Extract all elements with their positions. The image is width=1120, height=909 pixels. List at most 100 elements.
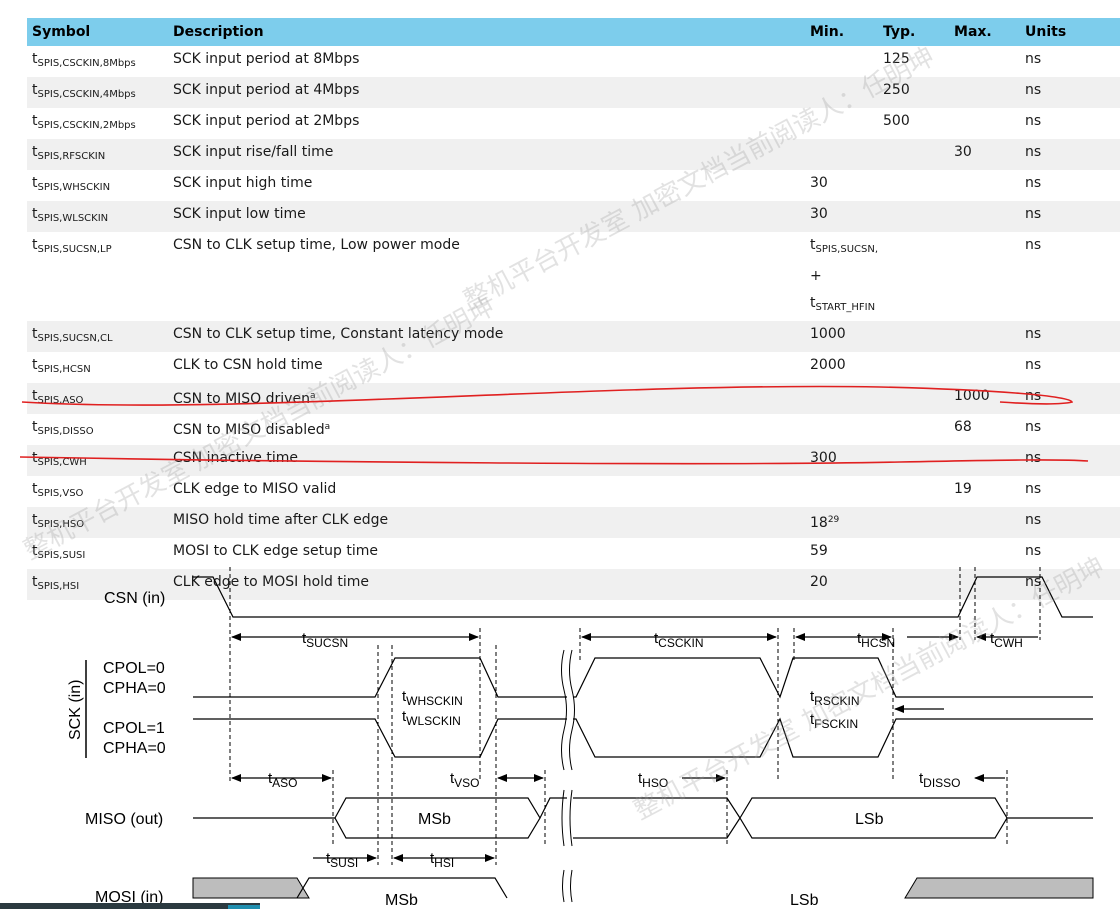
- cell-symbol: tSPIS,HCSN: [27, 352, 168, 383]
- cell-symbol: tSPIS,HSO: [27, 507, 168, 538]
- cell-units: ns: [1020, 170, 1120, 201]
- cell-symbol: tSPIS,CSCKIN,8Mbps: [27, 46, 168, 77]
- cell-description: SCK input rise/fall time: [168, 139, 805, 170]
- cell-units: ns: [1020, 476, 1120, 507]
- mosi-lsb-label: LSb: [790, 892, 819, 909]
- cell-units: ns: [1020, 108, 1120, 139]
- cell-typ: [878, 352, 950, 383]
- table-row: tSPIS,WLSCKIN SCK input low time 30 ns: [27, 201, 1120, 232]
- table-row: tSPIS,SUCSN,CL CSN to CLK setup time, Con…: [27, 321, 1120, 352]
- signal-miso-label: MISO (out): [85, 811, 163, 828]
- cell-description: CSN to CLK setup time, Low power mode: [168, 232, 805, 321]
- cell-max: [949, 201, 1021, 232]
- cell-typ: [878, 232, 950, 321]
- param-fsckin-label: tFSCKIN: [810, 711, 858, 731]
- cell-description: SCK input high time: [168, 170, 805, 201]
- param-hsi-label: tHSI: [430, 850, 454, 870]
- table-row: tSPIS,ASO CSN to MISO drivena 1000 ns: [27, 383, 1120, 414]
- cell-typ: 250: [878, 77, 950, 108]
- mosi-undefined-right: [904, 877, 1094, 899]
- cell-symbol: tSPIS,VSO: [27, 476, 168, 507]
- table-row: tSPIS,WHSCKIN SCK input high time 30 ns: [27, 170, 1120, 201]
- csn-waveform: [193, 576, 1093, 618]
- taskbar-fragment: [0, 903, 260, 909]
- cell-typ: [878, 139, 950, 170]
- cell-min: 30: [805, 170, 879, 201]
- cell-typ: 500: [878, 108, 950, 139]
- cell-max: [949, 170, 1021, 201]
- table-row: tSPIS,SUCSN,LP CSN to CLK setup time, Low…: [27, 232, 1120, 321]
- cell-typ: [878, 321, 950, 352]
- cell-min: [805, 77, 879, 108]
- cell-typ: [878, 507, 950, 538]
- cell-min: 2000: [805, 352, 879, 383]
- cell-units: ns: [1020, 46, 1120, 77]
- cell-min: [805, 139, 879, 170]
- cell-max: [949, 352, 1021, 383]
- cell-min: [805, 414, 879, 445]
- cell-symbol: tSPIS,SUCSN,CL: [27, 321, 168, 352]
- cell-max: [949, 232, 1021, 321]
- table-row: tSPIS,CSCKIN,4Mbps SCK input period at 4M…: [27, 77, 1120, 108]
- miso-msb-label: MSb: [418, 811, 451, 828]
- cell-min: [805, 108, 879, 139]
- cell-description: SCK input period at 8Mbps: [168, 46, 805, 77]
- header-description: Description: [168, 18, 805, 46]
- table-row: tSPIS,HSO MISO hold time after CLK edge 18…: [27, 507, 1120, 538]
- cell-max: [949, 108, 1021, 139]
- table-row: tSPIS,CSCKIN,2Mbps SCK input period at 2M…: [27, 108, 1120, 139]
- cell-max: [949, 507, 1021, 538]
- param-hcsn-label: tHCSN: [857, 630, 895, 650]
- cell-symbol: tSPIS,WHSCKIN: [27, 170, 168, 201]
- cell-units: ns: [1020, 232, 1120, 321]
- param-cwh-label: tCWH: [990, 630, 1023, 650]
- header-symbol: Symbol: [27, 18, 168, 46]
- cell-description: CSN to MISO disableda: [168, 414, 805, 445]
- cell-description: CLK to CSN hold time: [168, 352, 805, 383]
- cell-max: [949, 46, 1021, 77]
- sck-cpol0-waveform: [193, 657, 567, 698]
- cell-units: ns: [1020, 383, 1120, 414]
- cpha0-label: CPHA=0: [103, 680, 166, 697]
- cell-max: 1000: [949, 383, 1021, 414]
- cell-max: 30: [949, 139, 1021, 170]
- cell-description: CLK edge to MISO valid: [168, 476, 805, 507]
- param-hso-label: tHSO: [638, 770, 668, 790]
- header-row: Symbol Description Min. Typ. Max. Units: [27, 18, 1120, 46]
- mosi-msb-label: MSb: [385, 892, 418, 909]
- param-sucsn-label: tSUCSN: [302, 630, 348, 650]
- spec-table: Symbol Description Min. Typ. Max. Units …: [27, 18, 1120, 600]
- cell-description: SCK input period at 2Mbps: [168, 108, 805, 139]
- cell-min: 1829: [805, 507, 879, 538]
- cell-typ: [878, 383, 950, 414]
- cell-min: [805, 476, 879, 507]
- cell-symbol: tSPIS,SUCSN,LP: [27, 232, 168, 321]
- cell-max: [949, 77, 1021, 108]
- cell-typ: [878, 201, 950, 232]
- param-csckin-label: tCSCKIN: [654, 630, 704, 650]
- header-min: Min.: [805, 18, 879, 46]
- cell-typ: [878, 445, 950, 476]
- header-units: Units: [1020, 18, 1120, 46]
- param-aso-label: tASO: [268, 770, 298, 790]
- cell-symbol: tSPIS,ASO: [27, 383, 168, 414]
- cell-min: [805, 46, 879, 77]
- sck-cpol0-waveform-b: [573, 657, 1093, 699]
- cell-typ: [878, 414, 950, 445]
- cell-description: CSN to CLK setup time, Constant latency …: [168, 321, 805, 352]
- cell-units: ns: [1020, 201, 1120, 232]
- cell-description: SCK input period at 4Mbps: [168, 77, 805, 108]
- miso-lsb-label: LSb: [855, 811, 884, 828]
- cell-typ: [878, 476, 950, 507]
- cell-min: 1000: [805, 321, 879, 352]
- cell-max: 68: [949, 414, 1021, 445]
- mosi-undefined-left: [192, 877, 310, 899]
- cell-typ: 125: [878, 46, 950, 77]
- cell-max: [949, 321, 1021, 352]
- cell-symbol: tSPIS,DISSO: [27, 414, 168, 445]
- cell-symbol: tSPIS,WLSCKIN: [27, 201, 168, 232]
- cell-max: [949, 445, 1021, 476]
- table-row: tSPIS,VSO CLK edge to MISO valid 19 ns: [27, 476, 1120, 507]
- cell-symbol: tSPIS,CSCKIN,2Mbps: [27, 108, 168, 139]
- cell-description: MISO hold time after CLK edge: [168, 507, 805, 538]
